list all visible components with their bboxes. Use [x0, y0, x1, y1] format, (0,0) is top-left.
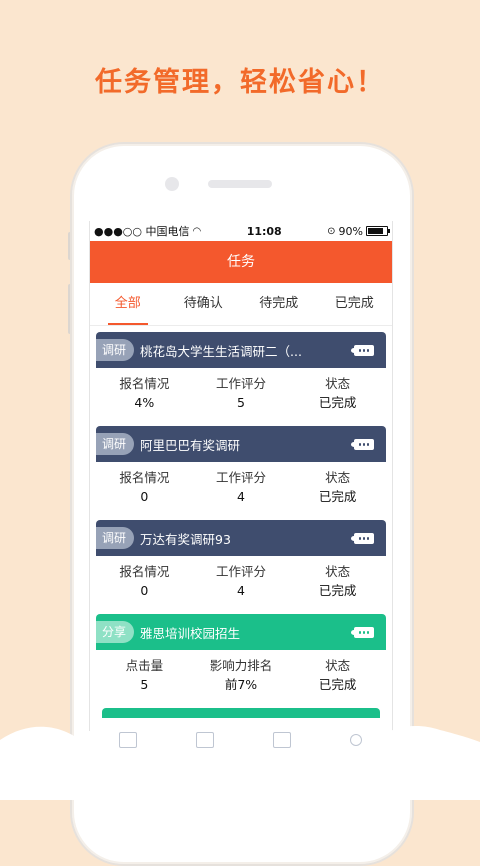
stat-value: 4	[237, 583, 245, 598]
stat-label: 报名情况	[119, 564, 170, 579]
battery-icon	[366, 226, 390, 236]
task-type-tag: 调研	[96, 527, 135, 549]
task-stats: 报名情况 0 工作评分 4 状态已完成	[96, 556, 386, 606]
task-card-header: 调研 万达有奖调研93	[96, 520, 386, 556]
task-title: 桃花岛大学生生活调研二（...	[140, 343, 302, 359]
task-card-header: 分享 雅思培训校园招生	[96, 614, 386, 650]
mail-icon[interactable]	[272, 732, 291, 748]
page-title: 任务	[227, 254, 255, 270]
document-icon[interactable]	[118, 732, 137, 748]
task-type-tag: 分享	[96, 621, 135, 643]
task-list: 调研 桃花岛大学生生活调研二（... 报名情况 4% 工作评分 5 状态 已完成 调研…	[90, 326, 392, 718]
stat-value: 已完成	[318, 395, 357, 410]
stat-label: 状态	[325, 376, 351, 391]
task-title: 阿里巴巴有奖调研	[140, 437, 241, 453]
clock: 11:08	[246, 224, 282, 238]
stat-label: 点击量	[125, 658, 164, 673]
earpiece-speaker	[208, 180, 272, 188]
profile-icon[interactable]	[349, 734, 362, 746]
tab-all[interactable]: 全部	[90, 283, 166, 325]
stat-label: 状态	[325, 658, 351, 673]
task-stats: 报名情况 4% 工作评分 5 状态已完成	[96, 368, 386, 418]
promo-headline: 任务管理，轻松省心！	[95, 67, 385, 98]
stat-label: 工作评分	[216, 376, 267, 391]
task-stats: 报名情况 0 工作评分 4 状态已完成	[96, 462, 386, 512]
stat-value: 已完成	[318, 489, 357, 504]
stat-value: 已完成	[318, 583, 357, 598]
stat-value: 0	[140, 489, 149, 504]
app-screen: ●●●○○ 中国电信 ◠ 11:08 ⊙ 90% 任务 全部 待确认 待完成 已…	[89, 221, 393, 731]
task-title: 雅思培训校园招生	[140, 625, 241, 641]
ticket-icon[interactable]	[351, 439, 374, 450]
tab-pending-complete[interactable]: 待完成	[241, 283, 317, 325]
battery-percent: 90%	[338, 224, 363, 238]
folder-icon[interactable]	[195, 732, 214, 748]
stat-value: 0	[140, 583, 149, 598]
task-card-header: 调研 阿里巴巴有奖调研	[96, 426, 386, 462]
stat-label: 状态	[325, 564, 351, 579]
stat-value: 4%	[134, 395, 155, 410]
tab-pending-confirm[interactable]: 待确认	[166, 283, 242, 325]
front-camera	[165, 177, 179, 191]
stat-value: 5	[237, 395, 245, 410]
task-card[interactable]: 调研 桃花岛大学生生活调研二（... 报名情况 4% 工作评分 5 状态已完成	[96, 332, 386, 418]
stat-label: 影响力排名	[209, 658, 273, 673]
task-filter-tabs: 全部 待确认 待完成 已完成	[90, 283, 392, 326]
nav-bar: 任务	[90, 241, 392, 283]
stat-label: 工作评分	[216, 564, 267, 579]
ticket-icon[interactable]	[351, 345, 374, 356]
task-type-tag: 调研	[96, 433, 135, 455]
stat-label: 状态	[325, 470, 351, 485]
bottom-tab-bar	[89, 725, 391, 755]
ticket-icon[interactable]	[351, 533, 374, 544]
stat-label: 工作评分	[216, 470, 267, 485]
task-title: 万达有奖调研93	[140, 531, 231, 547]
stat-value: 4	[237, 489, 245, 504]
stat-label: 报名情况	[119, 376, 170, 391]
carrier-label: ●●●○○ 中国电信	[94, 225, 190, 238]
ticket-icon[interactable]	[351, 627, 374, 638]
wifi-icon: ◠	[192, 225, 202, 237]
task-card[interactable]: 调研 万达有奖调研93 报名情况 0 工作评分 4 状态已完成	[96, 520, 386, 606]
task-card[interactable]: 调研 阿里巴巴有奖调研 报名情况 0 工作评分 4 状态已完成	[96, 426, 386, 512]
stat-label: 报名情况	[119, 470, 170, 485]
task-type-tag: 调研	[96, 339, 135, 361]
rotation-lock-icon: ⊙	[327, 225, 336, 237]
task-card[interactable]: 分享 雅思培训校园招生 点击量 5 影响力排名 前7% 状态 已完成	[96, 614, 386, 700]
status-bar: ●●●○○ 中国电信 ◠ 11:08 ⊙ 90%	[90, 221, 392, 241]
task-card-header: 调研 桃花岛大学生生活调研二（...	[96, 332, 386, 368]
tab-completed[interactable]: 已完成	[317, 283, 393, 325]
